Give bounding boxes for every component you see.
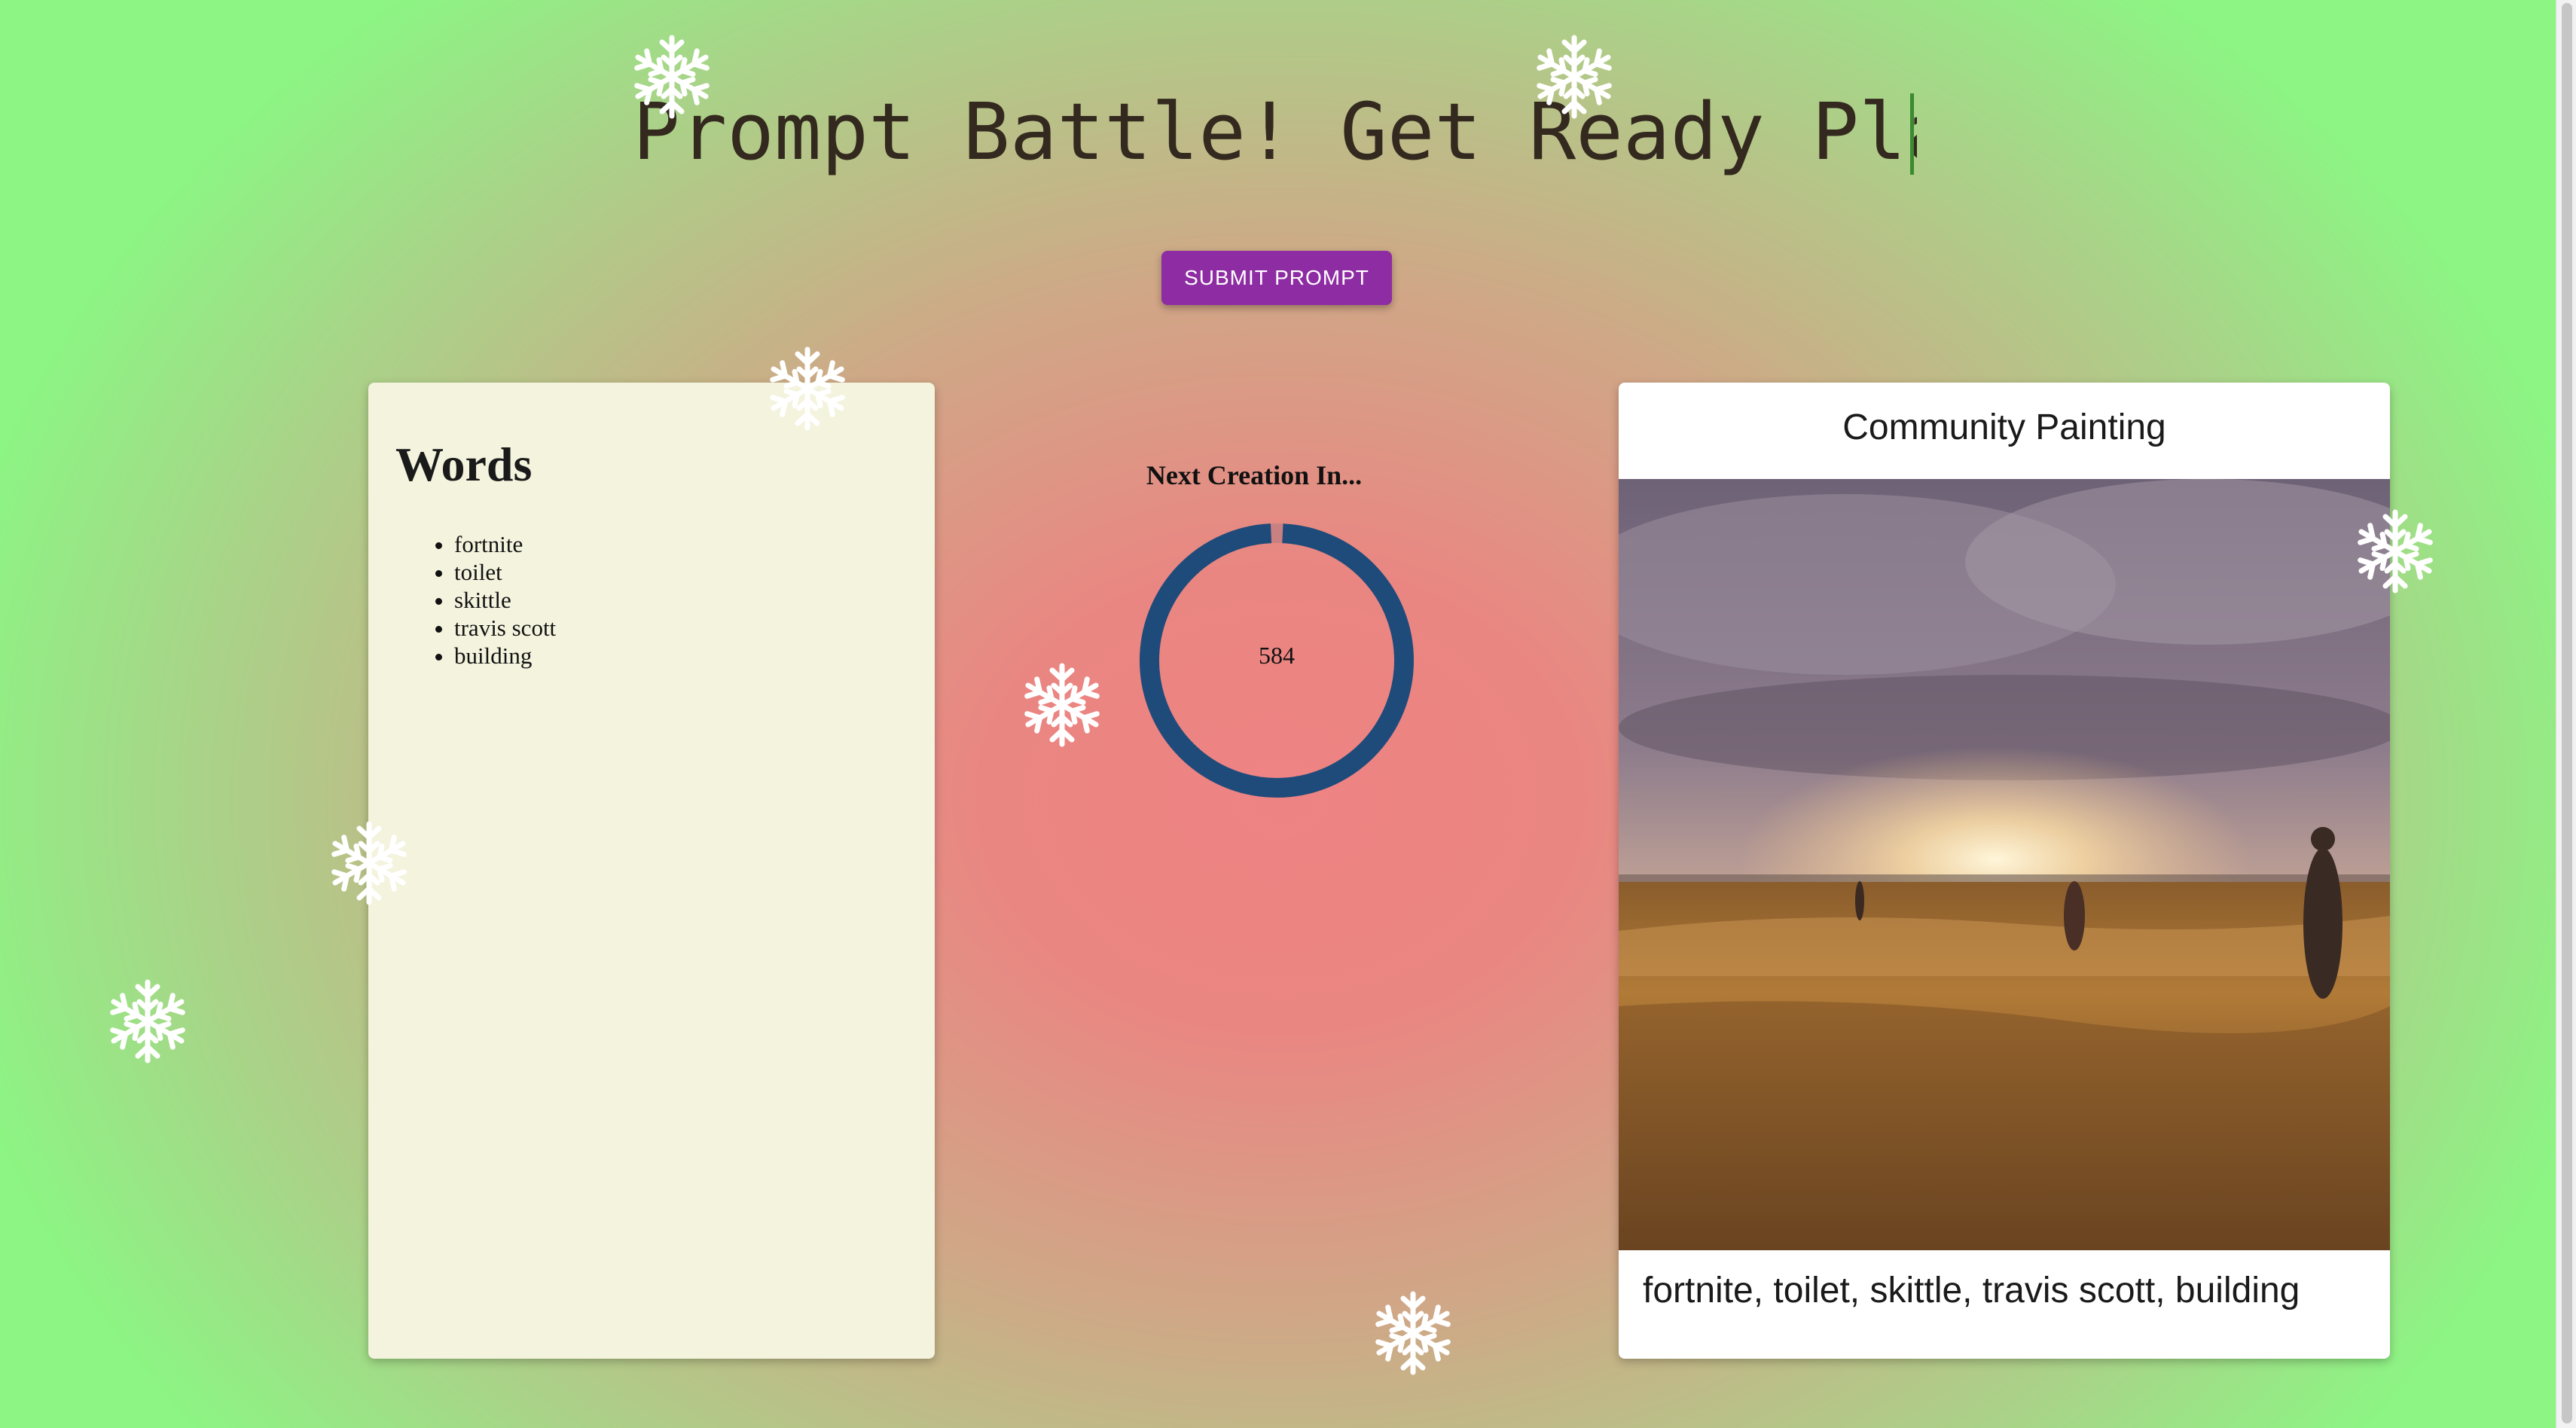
timer-value: 584 — [1259, 642, 1295, 669]
scrollbar[interactable] — [2556, 0, 2576, 1428]
word-item: travis scott — [454, 614, 556, 642]
words-list: fortnite toilet skittle travis scott bui… — [454, 530, 556, 670]
snowflake-icon — [1017, 660, 1107, 750]
snowflake-icon — [762, 343, 853, 434]
words-panel: Words fortnite toilet skittle travis sco… — [368, 383, 935, 1359]
timer-label: Next Creation In... — [1146, 460, 1363, 490]
words-heading: Words — [395, 438, 533, 491]
word-item: toilet — [454, 558, 556, 586]
page-title: Prompt Battle! Get Ready Play — [633, 86, 1917, 178]
snowflake-icon — [102, 976, 193, 1066]
snowflake-icon — [2350, 506, 2440, 597]
snowflake-icon — [1368, 1288, 1458, 1378]
painting-caption: fortnite, toilet, skittle, travis scott,… — [1643, 1271, 2300, 1311]
snowflake-icon — [1529, 32, 1619, 122]
word-item: building — [454, 642, 556, 670]
submit-prompt-button[interactable]: SUBMIT PROMPT — [1161, 251, 1392, 305]
word-item: fortnite — [454, 530, 556, 558]
snowflake-icon — [324, 818, 414, 908]
community-painting-panel: Community Painting fortnite, toilet, ski… — [1619, 383, 2390, 1359]
cursor-caret — [1910, 93, 1914, 175]
painting-image — [1619, 479, 2390, 1250]
painting-title: Community Painting — [1842, 407, 2166, 447]
word-item: skittle — [454, 586, 556, 614]
scrollbar-thumb[interactable] — [2562, 3, 2572, 1423]
snowflake-icon — [627, 32, 717, 122]
